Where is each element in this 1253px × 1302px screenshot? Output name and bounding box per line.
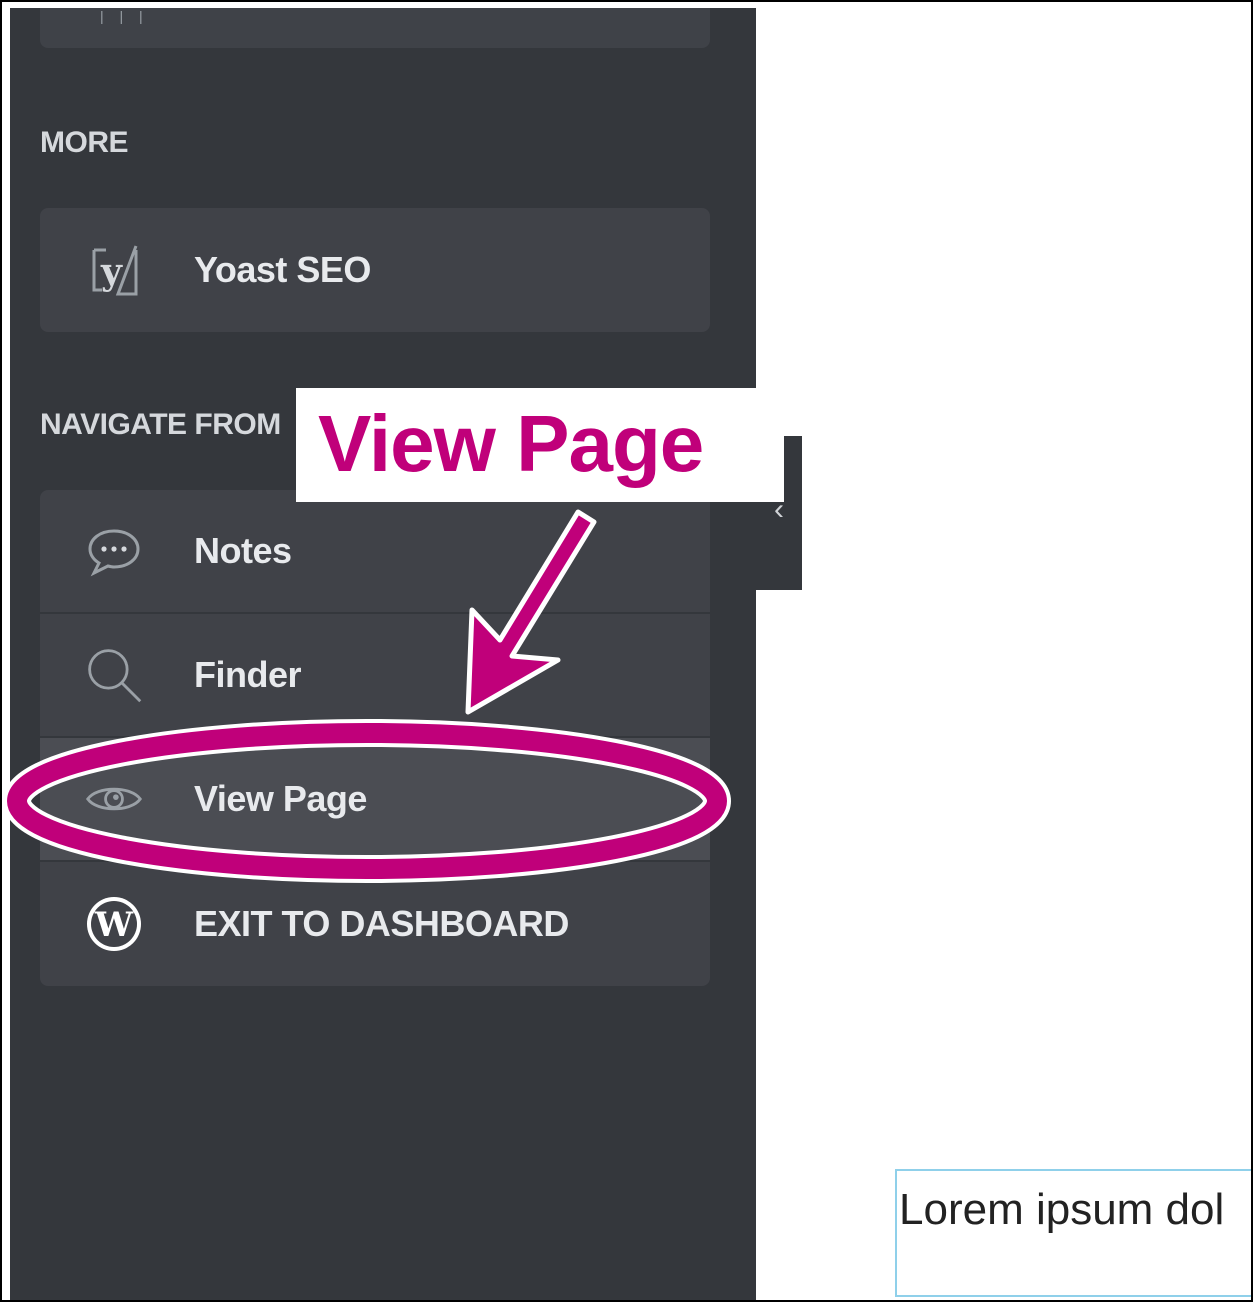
annotation-callout: View Page	[296, 388, 784, 502]
chat-bubble-icon	[84, 521, 144, 581]
yoast-icon: y	[84, 240, 144, 300]
wordpress-icon: W	[84, 894, 144, 954]
search-icon	[84, 645, 144, 705]
menu-item-label: View Page	[194, 778, 367, 819]
menu-item-finder[interactable]: Finder	[40, 614, 710, 738]
annotation-callout-text: View Page	[318, 399, 704, 488]
navigate-heading: NAVIGATE FROM	[40, 408, 281, 441]
menu-item-label: Yoast SEO	[194, 249, 371, 290]
menu-item-notes[interactable]: Notes	[40, 490, 710, 614]
menu-item-label: Finder	[194, 654, 302, 695]
navigate-panel: Notes Finder View Page W EXIT TO DASHBOA…	[40, 490, 710, 986]
menu-item-view-page[interactable]: View Page	[40, 738, 710, 862]
editor-sidebar: | | | MORE y Yoast SEO NAVIGATE FROM Not…	[10, 8, 756, 1300]
preview-text: Lorem ipsum dol	[899, 1185, 1225, 1234]
eye-icon	[84, 769, 144, 829]
svg-text:W: W	[94, 905, 134, 945]
more-panel: y Yoast SEO	[40, 208, 710, 332]
text-editor-widget[interactable]: Lorem ipsum dol	[895, 1169, 1251, 1297]
stub-marks: | | |	[100, 8, 149, 24]
more-heading: MORE	[40, 126, 129, 159]
menu-item-exit-to-dashboard[interactable]: W EXIT TO DASHBOARD	[40, 862, 710, 986]
menu-item-yoast-seo[interactable]: y Yoast SEO	[40, 208, 710, 332]
menu-item-label: Notes	[194, 530, 292, 571]
app-frame: | | | MORE y Yoast SEO NAVIGATE FROM Not…	[0, 0, 1253, 1302]
previous-panel-stub: | | |	[40, 8, 710, 48]
menu-item-label: EXIT TO DASHBOARD	[194, 903, 569, 944]
